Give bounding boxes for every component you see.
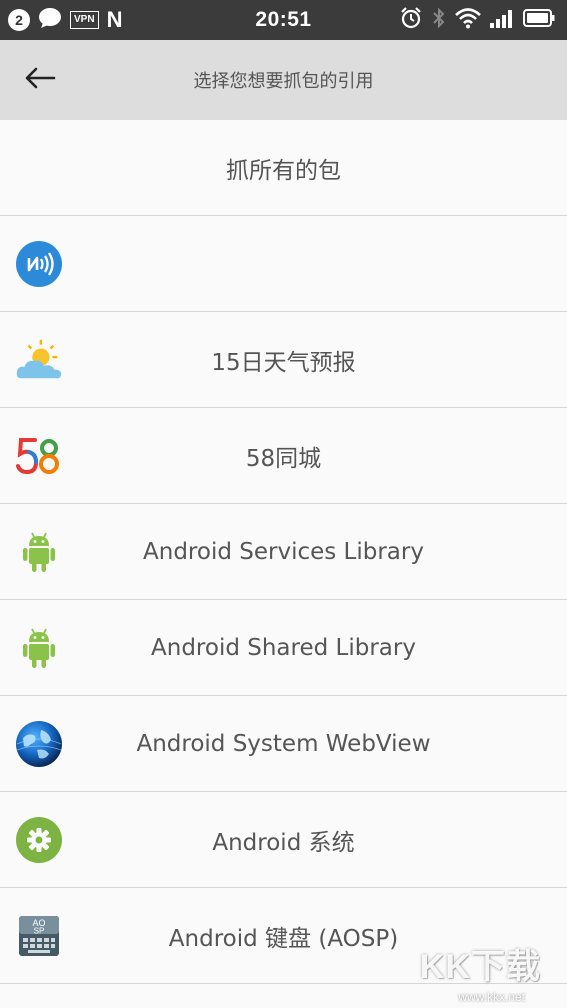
- list-item-android-shared-library[interactable]: Android Shared Library: [0, 600, 567, 696]
- vpn-icon: VPN: [70, 11, 99, 29]
- app-list: 抓所有的包 15日天气预报 58同城 Android Services Libr…: [0, 120, 567, 984]
- list-item-58[interactable]: 58同城: [0, 408, 567, 504]
- notification-count-badge: 2: [8, 9, 30, 31]
- status-left-icons: 2 VPN N: [8, 7, 122, 33]
- back-button[interactable]: [0, 40, 80, 120]
- list-item-android-system[interactable]: Android 系统: [0, 792, 567, 888]
- list-item-label: 15日天气预报: [211, 349, 356, 376]
- android-icon: [15, 624, 63, 672]
- weather-icon: [15, 336, 63, 384]
- globe-icon: [15, 720, 63, 768]
- android-icon: [15, 528, 63, 576]
- list-item-android-system-webview[interactable]: Android System WebView: [0, 696, 567, 792]
- status-right-icons: [399, 6, 555, 34]
- list-item-label: Android Shared Library: [151, 634, 416, 661]
- keyboard-icon: AO SP: [15, 912, 63, 960]
- list-item-android-keyboard-aosp[interactable]: AO SP Android 键盘 (AOSP): [0, 888, 567, 984]
- bluetooth-icon: [431, 6, 447, 34]
- arrow-left-icon: [24, 66, 56, 94]
- nfc-icon: [15, 240, 63, 288]
- list-item-label: Android System WebView: [136, 730, 431, 757]
- list-item-weather[interactable]: 15日天气预报: [0, 312, 567, 408]
- svg-text:SP: SP: [34, 927, 45, 936]
- n-app-icon: N: [106, 7, 123, 32]
- list-item-android-services-library[interactable]: Android Services Library: [0, 504, 567, 600]
- alarm-clock-icon: [399, 6, 423, 34]
- page-title: 选择您想要抓包的引用: [193, 71, 374, 92]
- chat-bubble-icon: [38, 7, 62, 33]
- status-bar: 2 VPN N 20:51: [0, 0, 567, 40]
- gear-icon: [15, 816, 63, 864]
- list-item-label: 抓所有的包: [226, 157, 341, 184]
- signal-strength-icon: [489, 7, 515, 33]
- 58-logo-icon: [15, 432, 63, 480]
- watermark-url: www.kkx.net: [458, 990, 525, 1004]
- list-item-label: Android 系统: [212, 829, 355, 856]
- list-item-capture-all[interactable]: 抓所有的包: [0, 120, 567, 216]
- list-item-nfc[interactable]: [0, 216, 567, 312]
- app-bar: 选择您想要抓包的引用: [0, 40, 567, 120]
- battery-icon: [523, 8, 555, 32]
- list-item-label: Android 键盘 (AOSP): [168, 925, 399, 952]
- list-item-label: 58同城: [245, 445, 322, 472]
- list-item-label: Android Services Library: [143, 538, 424, 565]
- wifi-icon: [455, 7, 481, 33]
